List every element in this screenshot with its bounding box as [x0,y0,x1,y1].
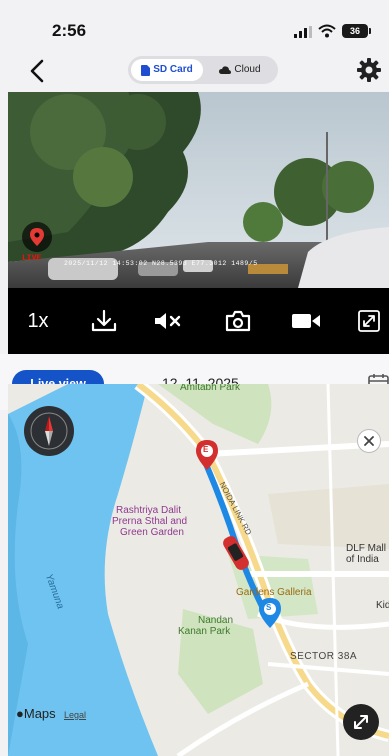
compass-icon [30,412,68,450]
video-frame [8,92,389,288]
fullscreen-button[interactable] [354,288,384,354]
map-label-nandan-1: Nandan [198,615,234,626]
end-marker-label: E [203,445,209,454]
legal-link[interactable]: Legal [64,710,86,720]
video-camera-icon [292,314,320,328]
map-label-rashtriya-1: Rashtriya Dalit [116,505,182,516]
expand-icon [358,310,380,332]
map-label-gardens-galleria: Gardens Galleria [236,587,312,598]
download-icon [91,309,117,332]
sd-card-icon [141,64,151,76]
map-label-nandan-2: Kanan Park [178,626,231,637]
maps-logo: ●Maps [16,706,56,721]
map-label-amitabh-park: Amitabh Park [180,384,241,393]
apple-logo-icon: ● [16,706,24,721]
video-timestamp-overlay: 2025/11/12 14:53:02 N28.5393 E77.3012 14… [64,260,258,267]
map-label-sector: SECTOR 38A [290,651,358,662]
storage-toggle: SD Card Cloud [128,56,278,84]
tab-cloud-label: Cloud [234,64,261,75]
map-label-rashtriya-2: Prerna Sthal and [112,516,188,527]
start-marker-label: S [266,603,272,612]
mute-button[interactable] [150,288,186,354]
map-label-dlf-2: of India [346,554,379,565]
compass-button[interactable] [24,406,74,456]
tab-sd-card-label: SD Card [153,64,193,75]
status-bar: 2:56 36 [0,0,389,46]
expand-map-button[interactable] [343,704,379,740]
tab-sd-card[interactable]: SD Card [131,59,203,81]
settings-gear-icon[interactable] [357,58,381,82]
location-pin-button[interactable] [22,222,52,252]
speed-button[interactable]: 1x [20,288,56,354]
close-icon [364,436,374,446]
close-map-button[interactable] [357,429,381,453]
back-arrow-icon[interactable] [26,58,50,84]
volume-mute-icon [155,313,181,329]
download-button[interactable] [86,288,122,354]
snapshot-button[interactable] [220,288,256,354]
app-screen: 2:56 36 SD Card Cloud LIVE 2025/11/12 14… [0,0,389,756]
map-label-dlf-1: DLF Mall [346,543,387,554]
cloud-icon [219,65,232,74]
map-label-rashtriya-3: Green Garden [120,527,184,538]
route-map[interactable]: E S Amitabh Park Rashtriya Dalit Prerna … [8,384,389,756]
maps-logo-text: Maps [23,706,56,721]
location-pin-icon [30,228,44,246]
video-live-badge: LIVE [22,254,42,263]
expand-arrows-icon [354,715,368,729]
status-time: 2:56 [52,21,87,40]
dashcam-video-feed[interactable]: LIVE 2025/11/12 14:53:02 N28.5393 E77.30… [8,92,389,288]
wifi-icon [318,24,336,38]
battery-indicator: 36 [342,24,371,38]
camera-icon [225,310,251,332]
tab-cloud[interactable]: Cloud [206,59,274,81]
playback-controls: 1x [8,288,389,354]
cellular-signal-icon [294,26,312,38]
record-button[interactable] [288,288,324,354]
map-label-kid: Kid [376,600,389,611]
